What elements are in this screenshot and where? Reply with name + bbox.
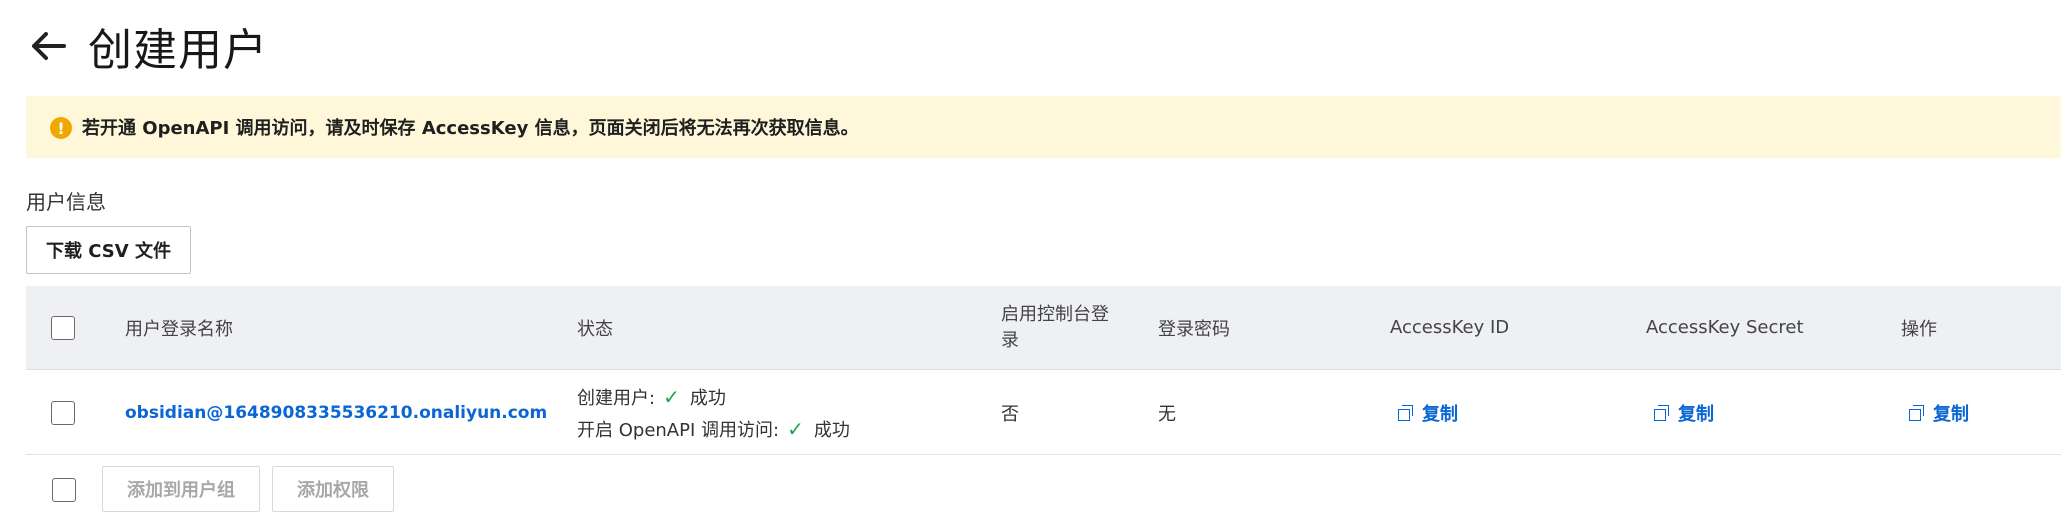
user-login-name-link[interactable]: obsidian@1648908335536210.onaliyun.com <box>125 403 547 423</box>
footer-select-all-checkbox[interactable] <box>52 478 76 502</box>
row-checkbox[interactable] <box>51 400 75 425</box>
column-header-console-login-cell: 启用控制台登录 <box>1001 286 1117 369</box>
copy-action-button[interactable]: 复制 <box>1909 400 1969 426</box>
alert-text: 若开通 OpenAPI 调用访问，请及时保存 AccessKey 信息，页面关闭… <box>82 118 859 139</box>
status-create-user-result: 成功 <box>689 387 726 409</box>
actions-cell: 复制 <box>1909 371 1969 454</box>
back-button[interactable] <box>26 24 70 68</box>
copy-icon <box>1909 404 1925 421</box>
status-openapi-label: 开启 OpenAPI 调用访问: <box>577 419 780 441</box>
copy-access-key-secret-label: 复制 <box>1678 403 1714 425</box>
add-permission-button[interactable]: 添加权限 <box>272 466 394 512</box>
status-openapi: 开启 OpenAPI 调用访问: ✓ 成功 <box>577 416 850 442</box>
arrow-left-icon <box>32 32 66 60</box>
select-all-cell <box>51 286 75 369</box>
copy-access-key-secret-button[interactable]: 复制 <box>1654 400 1714 426</box>
column-header-access-key-secret: AccessKey Secret <box>1646 317 1804 338</box>
add-to-group-button[interactable]: 添加到用户组 <box>102 466 260 512</box>
warning-alert: ! 若开通 OpenAPI 调用访问，请及时保存 AccessKey 信息，页面… <box>26 96 2061 158</box>
column-header-login-name: 用户登录名称 <box>125 318 233 340</box>
table-header: 用户登录名称 状态 启用控制台登录 登录密码 AccessKey ID Acce… <box>26 286 2061 370</box>
warning-icon: ! <box>50 117 72 139</box>
login-name-cell: obsidian@1648908335536210.onaliyun.com <box>125 371 547 454</box>
status-block: 创建用户: ✓ 成功 开启 OpenAPI 调用访问: ✓ 成功 <box>577 384 850 442</box>
column-header-actions: 操作 <box>1901 318 1937 340</box>
copy-icon <box>1398 404 1414 421</box>
download-csv-button[interactable]: 下载 CSV 文件 <box>26 226 191 274</box>
copy-access-key-id-label: 复制 <box>1422 403 1458 425</box>
console-login-value: 否 <box>1001 403 1019 425</box>
row-select-cell <box>51 371 75 454</box>
password-value: 无 <box>1158 403 1176 425</box>
section-title: 用户信息 <box>26 190 106 214</box>
status-create-user: 创建用户: ✓ 成功 <box>577 384 850 410</box>
check-icon: ✓ <box>663 384 680 409</box>
table-row: obsidian@1648908335536210.onaliyun.com 创… <box>26 371 2061 455</box>
status-openapi-result: 成功 <box>813 419 850 441</box>
column-header-access-key-id: AccessKey ID <box>1390 317 1510 338</box>
access-key-id-cell: 复制 <box>1398 371 1458 454</box>
status-create-user-label: 创建用户: <box>577 387 656 409</box>
column-header-console-login: 启用控制台登录 <box>1001 303 1109 351</box>
column-header-status: 状态 <box>577 318 613 340</box>
check-icon: ✓ <box>787 416 804 441</box>
page-title: 创建用户 <box>88 25 268 76</box>
page-header: 创建用户 <box>26 14 268 78</box>
copy-action-label: 复制 <box>1933 403 1969 425</box>
copy-icon <box>1654 404 1670 421</box>
column-header-password: 登录密码 <box>1158 318 1230 340</box>
select-all-checkbox[interactable] <box>51 315 75 340</box>
access-key-secret-cell: 复制 <box>1654 371 1714 454</box>
copy-access-key-id-button[interactable]: 复制 <box>1398 400 1458 426</box>
status-cell: 创建用户: ✓ 成功 开启 OpenAPI 调用访问: ✓ 成功 <box>577 371 850 454</box>
